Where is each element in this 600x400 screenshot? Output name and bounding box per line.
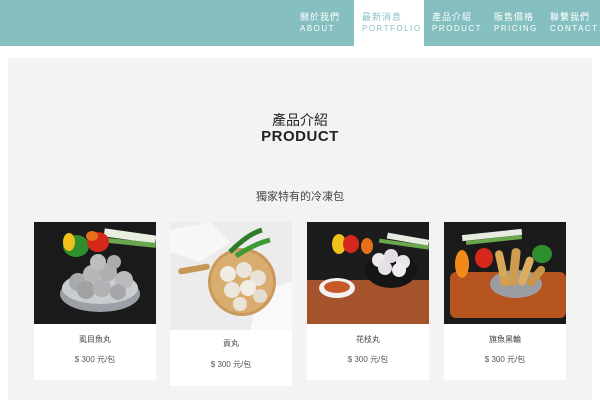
product-card-fish-balls[interactable]: 虱目魚丸 $ 300 元/包 — [34, 222, 156, 380]
section-title-en: PRODUCT — [261, 128, 339, 145]
product-name: 旗魚黑輪 — [489, 335, 521, 344]
nav-item-label-en: PORTFOLIO — [362, 24, 422, 33]
fish-balls-photo — [34, 222, 156, 324]
nav-menu: 關於我們 ABOUT 最新消息 PORTFOLIO 產品介紹 PRODUCT 販… — [292, 0, 600, 46]
nav-item-label-zh: 販售價格 — [494, 12, 535, 22]
nav-item-contact[interactable]: 聯繫我們 CONTACT — [542, 0, 600, 46]
nav-item-label-zh: 聯繫我們 — [550, 12, 591, 22]
nav-item-product[interactable]: 產品介紹 PRODUCT — [424, 0, 486, 46]
product-section: 產品介紹 PRODUCT 獨家特有的冷凍包 虱目魚丸 $ 300 元/包 貢丸 … — [8, 58, 592, 400]
product-card-squid-balls[interactable]: 花枝丸 $ 300 元/包 — [307, 222, 429, 380]
nav-item-label-zh: 產品介紹 — [432, 12, 473, 22]
product-price: $ 300 元/包 — [210, 360, 252, 369]
nav-item-label-en: PRICING — [494, 24, 538, 33]
meatballs-photo — [170, 222, 292, 330]
product-price: $ 300 元/包 — [484, 355, 526, 364]
product-name: 虱目魚丸 — [79, 335, 111, 344]
fish-cakes-photo — [444, 222, 566, 324]
product-card-fish-cakes[interactable]: 旗魚黑輪 $ 300 元/包 — [444, 222, 566, 380]
nav-item-about[interactable]: 關於我們 ABOUT — [292, 0, 354, 46]
top-navigation-bar: 關於我們 ABOUT 最新消息 PORTFOLIO 產品介紹 PRODUCT 販… — [0, 0, 600, 46]
product-name: 花枝丸 — [356, 335, 380, 344]
product-price: $ 300 元/包 — [74, 355, 116, 364]
nav-item-label-en: CONTACT — [550, 24, 599, 33]
section-title-zh: 產品介紹 — [272, 112, 328, 128]
product-name: 貢丸 — [223, 339, 239, 348]
nav-item-label-zh: 關於我們 — [300, 12, 341, 22]
product-card-meatballs[interactable]: 貢丸 $ 300 元/包 — [170, 222, 292, 386]
product-price: $ 300 元/包 — [347, 355, 389, 364]
section-subtitle: 獨家特有的冷凍包 — [256, 191, 344, 203]
squid-balls-photo — [307, 222, 429, 324]
nav-item-portfolio[interactable]: 最新消息 PORTFOLIO — [354, 0, 424, 46]
nav-item-pricing[interactable]: 販售價格 PRICING — [486, 0, 542, 46]
nav-item-label-en: PRODUCT — [432, 24, 483, 33]
nav-item-label-zh: 最新消息 — [362, 12, 403, 22]
nav-item-label-en: ABOUT — [300, 24, 336, 33]
